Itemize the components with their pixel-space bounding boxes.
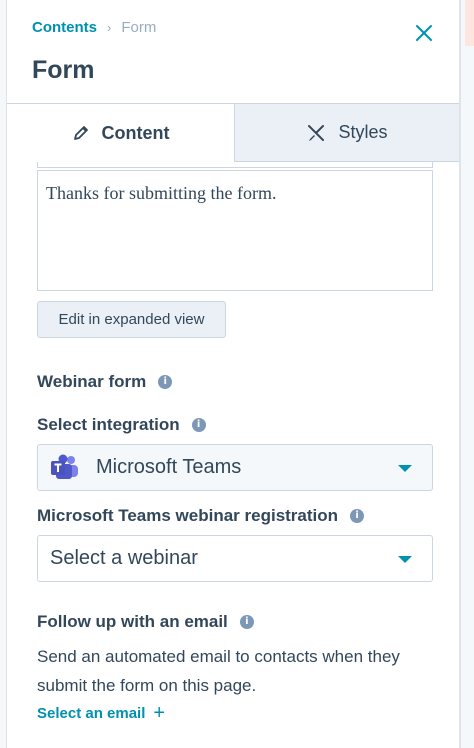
editor-toolbar-edge [37, 162, 433, 168]
close-icon [416, 25, 432, 41]
breadcrumb: Contents › Form [32, 19, 156, 36]
info-icon[interactable]: i [350, 509, 365, 523]
close-button[interactable] [413, 22, 435, 44]
tab-bar: Content Styles [7, 104, 459, 162]
plus-icon: + [153, 702, 166, 724]
panel-header: Contents › Form Form [7, 0, 459, 104]
pencil-icon [73, 126, 88, 140]
integration-select-value: Microsoft Teams [96, 456, 242, 478]
form-editor-panel: Contents › Form Form Content Styles Than… [6, 0, 460, 748]
follow-up-description: Send an automated email to contacts when… [37, 647, 400, 695]
chevron-down-icon [398, 556, 412, 563]
breadcrumb-current: Form [121, 19, 157, 36]
background-accent [465, 0, 474, 46]
webinar-select[interactable]: Select a webinar [37, 535, 433, 582]
page-title: Form [32, 56, 95, 84]
follow-up-email-label-text: Follow up with an email [37, 612, 228, 631]
microsoft-teams-icon [51, 454, 78, 479]
tab-styles-label: Styles [338, 122, 388, 142]
breadcrumb-contents-link[interactable]: Contents [32, 19, 97, 36]
tab-content-label: Content [101, 122, 170, 143]
select-integration-label-text: Select integration [37, 415, 180, 434]
background-panel-edge [460, 0, 474, 748]
content-body: Thanks for submitting the form. Edit in … [7, 162, 459, 748]
edit-expanded-view-button[interactable]: Edit in expanded view [37, 301, 226, 338]
select-email-label: Select an email [37, 704, 146, 722]
follow-up-email-label: Follow up with an email i [37, 612, 254, 632]
info-icon[interactable]: i [239, 615, 254, 629]
webinar-registration-label-text: Microsoft Teams webinar registration [37, 506, 339, 525]
integration-select[interactable]: Microsoft Teams [37, 444, 433, 491]
webinar-registration-label: Microsoft Teams webinar registration i [37, 506, 365, 526]
chevron-down-icon [398, 465, 412, 472]
thank-you-message-editor[interactable]: Thanks for submitting the form. [37, 170, 433, 291]
webinar-form-label: Webinar form i [37, 372, 173, 392]
select-email-link[interactable]: Select an email + [37, 703, 165, 723]
webinar-form-label-text: Webinar form [37, 372, 147, 391]
tab-styles[interactable]: Styles [235, 104, 459, 162]
select-integration-label: Select integration i [37, 415, 206, 435]
paint-brush-icon [308, 124, 325, 141]
info-icon[interactable]: i [158, 375, 173, 389]
breadcrumb-separator: › [107, 20, 112, 35]
info-icon[interactable]: i [191, 418, 206, 432]
tab-content[interactable]: Content [7, 104, 235, 162]
webinar-select-placeholder: Select a webinar [50, 547, 198, 569]
